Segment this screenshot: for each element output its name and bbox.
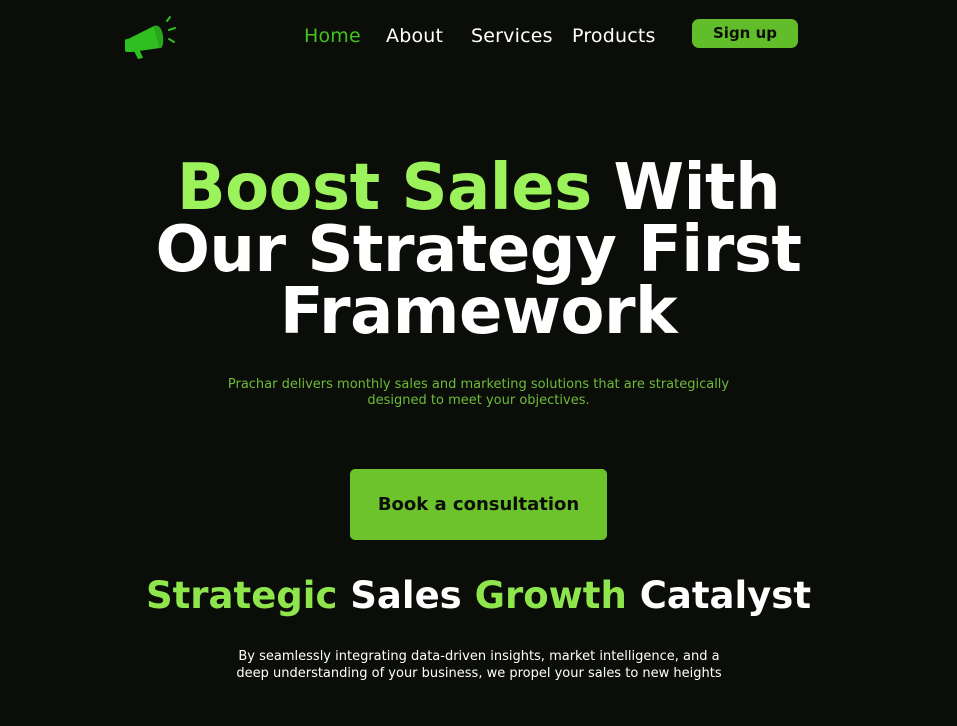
nav-products[interactable]: Products <box>572 22 656 50</box>
nav-services[interactable]: Services <box>471 22 553 50</box>
hero-title-line-1: Boost Sales With <box>0 156 957 220</box>
section-title-growth: Growth <box>474 574 627 617</box>
section-description: By seamlessly integrating data-driven in… <box>236 649 722 681</box>
hero-title-line-3: Framework <box>279 275 678 349</box>
section-title: Strategic Sales Growth Catalyst <box>0 573 957 619</box>
hero-title: Boost Sales With Our Strategy First Fram… <box>0 156 957 349</box>
nav-home[interactable]: Home <box>304 22 361 50</box>
signup-button[interactable]: Sign up <box>692 19 798 48</box>
section-title-catalyst: Catalyst <box>626 574 812 617</box>
nav-about[interactable]: About <box>386 22 443 50</box>
main-nav: Home About Services Products <box>0 22 957 50</box>
hero-subtitle: Prachar delivers monthly sales and marke… <box>227 377 730 408</box>
section-title-strategic: Strategic <box>145 574 338 617</box>
book-consultation-button[interactable]: Book a consultation <box>350 469 607 540</box>
hero-title-line-2: Our Strategy First <box>155 213 802 287</box>
section-title-sales: Sales <box>337 574 475 617</box>
